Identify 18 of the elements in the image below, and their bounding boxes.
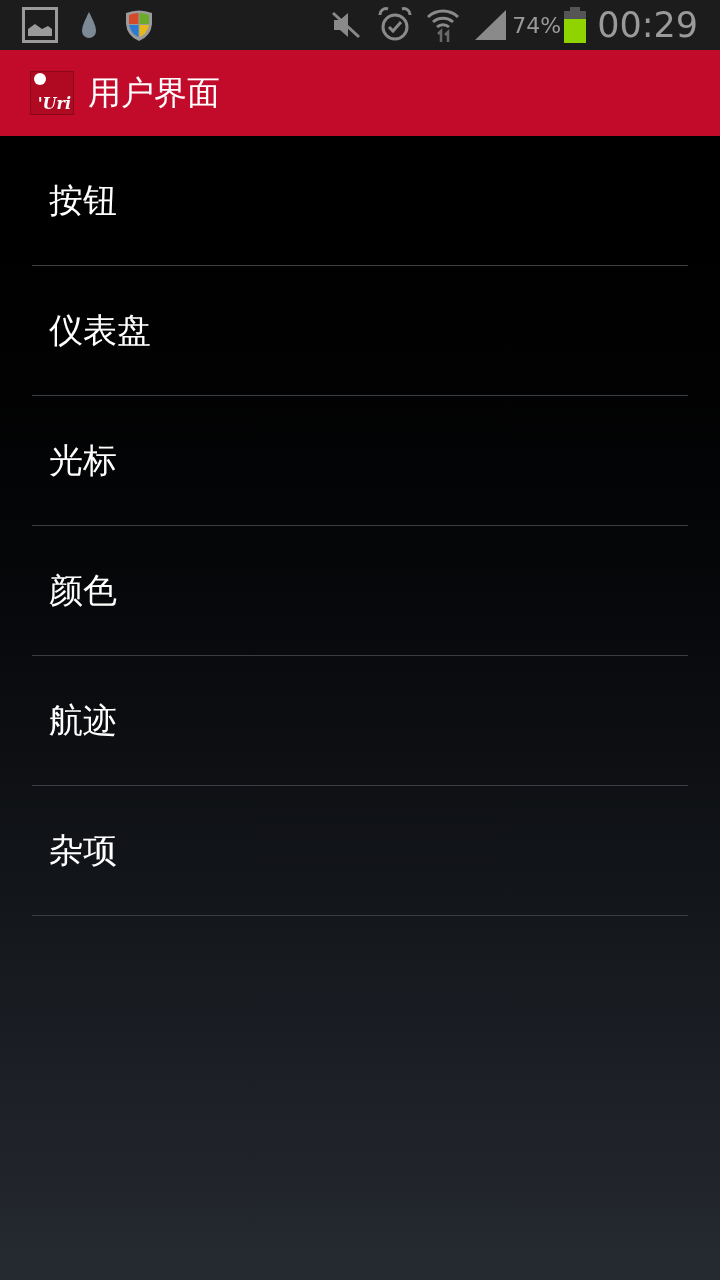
logo-text: 'Uri xyxy=(37,96,71,114)
battery-icon xyxy=(563,7,588,43)
list-item[interactable]: 光标 xyxy=(49,435,117,486)
clock-time: 00:29 xyxy=(597,3,698,47)
battery-percent: 74% xyxy=(512,11,562,40)
wifi-icon xyxy=(426,7,461,43)
shield-icon xyxy=(124,8,154,42)
mute-icon xyxy=(330,10,363,40)
alarm-icon xyxy=(378,7,413,43)
list-item[interactable]: 杂项 xyxy=(49,825,117,876)
screen-title: 用户界面 xyxy=(88,72,220,115)
app-logo[interactable]: 'Uri xyxy=(30,71,74,115)
signal-icon xyxy=(474,9,509,41)
list-item[interactable]: 航迹 xyxy=(49,695,117,746)
list-item[interactable]: 按钮 xyxy=(49,175,117,226)
picture-icon xyxy=(22,7,58,43)
list-item[interactable]: 颜色 xyxy=(49,565,117,616)
list-item[interactable]: 仪表盘 xyxy=(49,305,151,356)
